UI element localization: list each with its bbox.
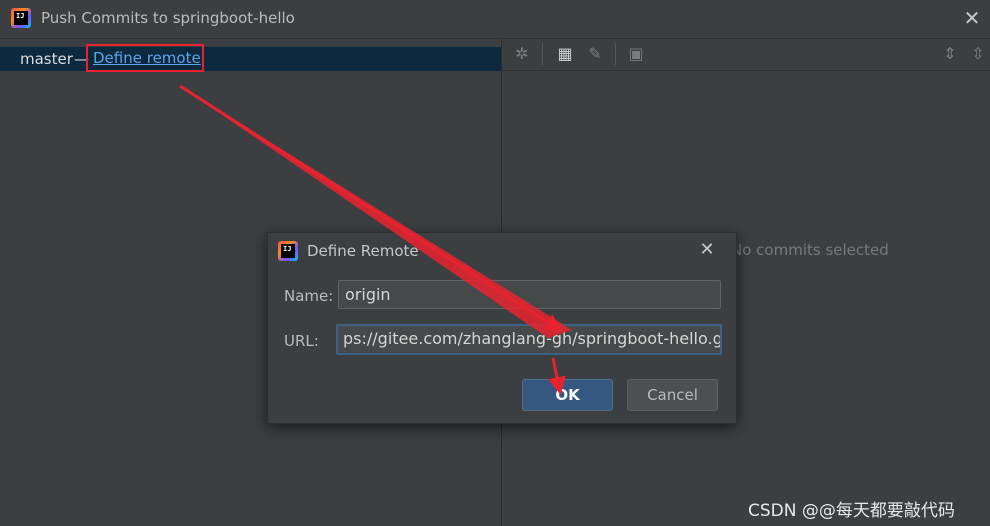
window-close-icon[interactable]: ✕ bbox=[960, 6, 984, 30]
branch-row[interactable]: master — Define remote bbox=[0, 44, 501, 72]
collapse-all-icon[interactable]: ⇳ bbox=[968, 44, 988, 64]
preview-icon[interactable]: ▣ bbox=[626, 44, 646, 64]
local-branch-name: master bbox=[20, 50, 73, 68]
toolbar-separator bbox=[615, 43, 616, 65]
details-toolbar: ✲ ▦ ✎ ▣ ⇕ ⇳ bbox=[502, 39, 990, 71]
edit-icon[interactable]: ✎ bbox=[585, 44, 605, 64]
expand-all-icon[interactable]: ⇕ bbox=[940, 44, 960, 64]
url-field[interactable]: ps://gitee.com/zhanglang-gh/springboot-h… bbox=[336, 324, 722, 355]
dialog-close-icon[interactable]: ✕ bbox=[696, 239, 718, 261]
group-by-icon[interactable]: ▦ bbox=[555, 44, 575, 64]
app-icon-glyph: IJ bbox=[16, 12, 25, 20]
define-remote-link[interactable]: Define remote bbox=[86, 44, 204, 72]
watermark: CSDN @@每天都要敲代码 bbox=[748, 501, 955, 521]
cancel-button[interactable]: Cancel bbox=[627, 379, 718, 411]
window-title: Push Commits to springboot-hello bbox=[41, 9, 295, 27]
url-label: URL: bbox=[284, 332, 319, 350]
app-icon-glyph: IJ bbox=[283, 245, 292, 253]
empty-state-text: No commits selected bbox=[731, 241, 889, 259]
toolbar-separator bbox=[542, 43, 543, 65]
intellij-app-icon: IJ bbox=[11, 8, 31, 28]
ok-button[interactable]: OK bbox=[522, 379, 613, 411]
name-field[interactable]: origin bbox=[338, 280, 721, 309]
pin-icon[interactable]: ✲ bbox=[512, 44, 532, 64]
title-bar: IJ Push Commits to springboot-hello ✕ bbox=[0, 0, 990, 39]
intellij-app-icon: IJ bbox=[278, 241, 298, 261]
define-remote-dialog: IJ Define Remote ✕ Name: origin URL: ps:… bbox=[267, 232, 737, 424]
name-label: Name: bbox=[284, 287, 334, 305]
dialog-title: Define Remote bbox=[307, 242, 419, 260]
